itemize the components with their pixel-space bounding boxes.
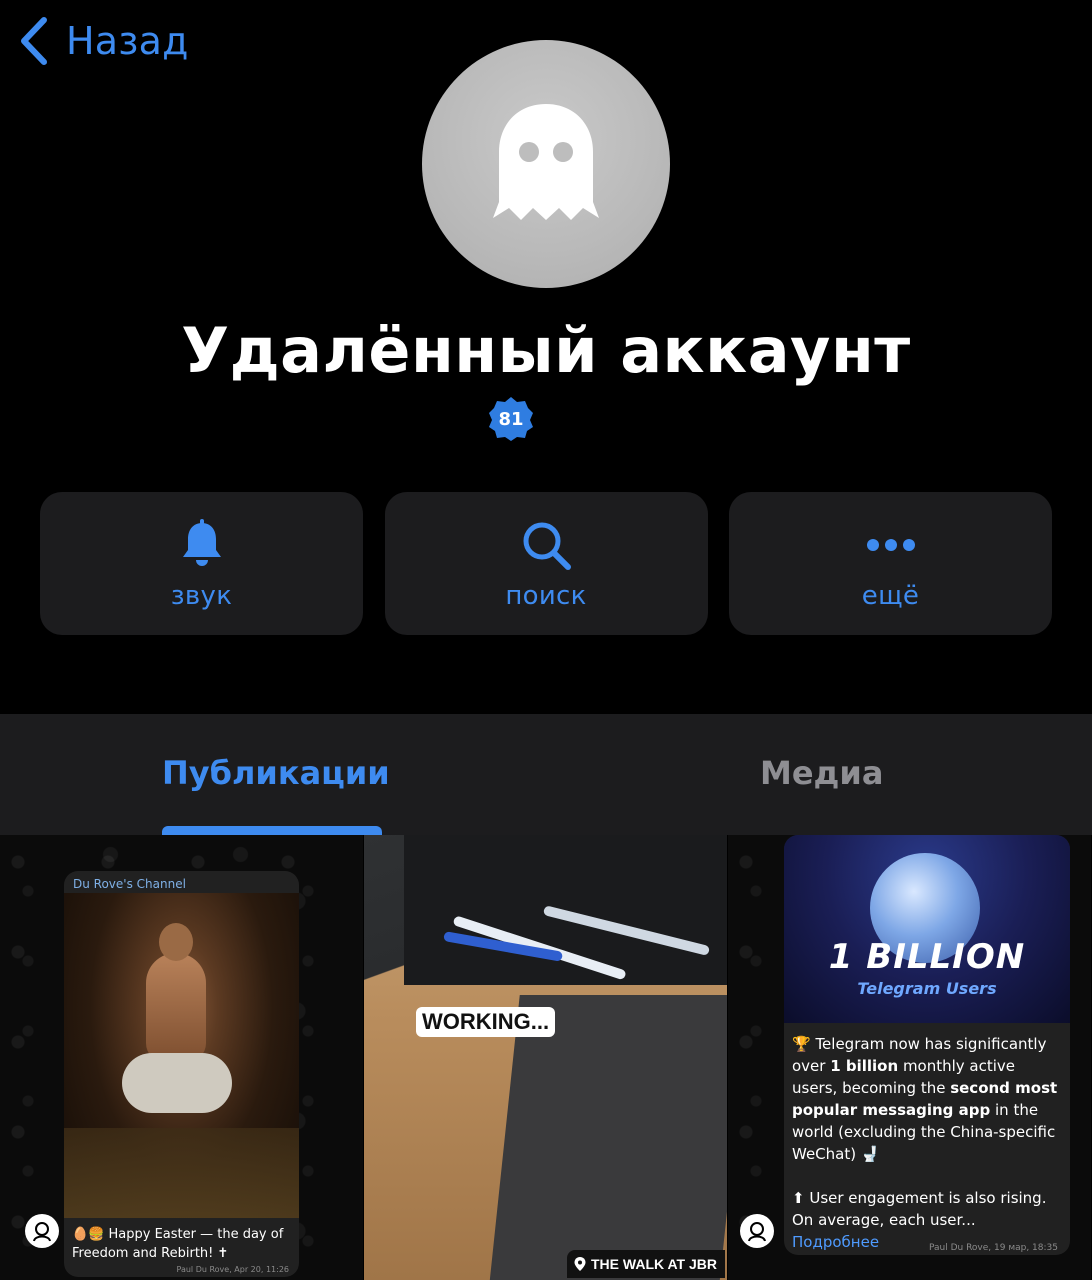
- banner-subtitle: Telegram Users: [857, 979, 997, 998]
- more-label: ещё: [861, 580, 920, 611]
- post-tile-billion[interactable]: 1 BILLION Telegram Users 🏆 Telegram now …: [728, 835, 1091, 1280]
- more-icon: [866, 538, 915, 551]
- post-tile-easter[interactable]: Du Rove's Channel 🥚🍔 Happy Easter — the …: [0, 835, 363, 1280]
- author-avatar: [740, 1214, 774, 1248]
- person-icon: [33, 1222, 51, 1242]
- profile-name: Удалённый аккаунт: [181, 314, 911, 387]
- photo-figure-body: [146, 953, 206, 1063]
- active-tab-indicator: [162, 826, 382, 835]
- post-meta: Paul Du Rove, Apr 20, 11:26: [176, 1265, 289, 1274]
- chevron-left-icon: [21, 17, 47, 65]
- post-grid: Du Rove's Channel 🥚🍔 Happy Easter — the …: [0, 835, 1092, 1280]
- read-more-link[interactable]: Подробнее: [792, 1233, 879, 1251]
- sound-button[interactable]: звук: [40, 492, 363, 635]
- badge-count: 81: [498, 408, 524, 430]
- location-pin-icon: [574, 1257, 586, 1271]
- bell-icon: [182, 518, 221, 566]
- post-photo: [64, 893, 299, 1218]
- avatar: [422, 40, 670, 288]
- banner-title: 1 BILLION: [828, 937, 1026, 977]
- tab-publications[interactable]: Публикации: [162, 754, 390, 792]
- search-button[interactable]: поиск: [384, 492, 708, 635]
- back-label: Назад: [66, 19, 189, 63]
- author-avatar: [25, 1214, 59, 1248]
- post-caption: 🥚🍔 Happy Easter — the day of Freedom and…: [72, 1227, 284, 1261]
- text-part: ⬆ User engagement is also rising. On ave…: [792, 1189, 1047, 1229]
- channel-name: Du Rove's Channel: [73, 877, 186, 891]
- more-button[interactable]: ещё: [729, 492, 1052, 635]
- photo-figure-head: [159, 923, 193, 961]
- post-meta: Paul Du Rove, 19 мар, 18:35: [928, 1243, 1058, 1253]
- search-label: поиск: [505, 580, 587, 611]
- photo-monitor: [488, 995, 727, 1280]
- tab-media[interactable]: Медиа: [760, 754, 883, 792]
- sound-label: звук: [170, 580, 233, 611]
- back-button[interactable]: Назад: [16, 14, 189, 68]
- post-card: 1 BILLION Telegram Users 🏆 Telegram now …: [784, 835, 1070, 1255]
- post-tile-working[interactable]: WORKING... THE WALK AT JBR: [364, 835, 727, 1280]
- content-tabs: Публикации Медиа: [0, 714, 1092, 835]
- photo-figure-cloth: [122, 1053, 232, 1113]
- location-tag: THE WALK AT JBR: [567, 1250, 725, 1278]
- person-icon: [748, 1222, 766, 1242]
- working-overlay: WORKING...: [416, 1007, 556, 1037]
- profile-page: Назад Удалённый аккаунт 81 звук поиск ещ…: [0, 0, 1092, 1280]
- text-bold: 1 billion: [830, 1057, 899, 1075]
- action-row: звук поиск ещё: [40, 492, 1052, 635]
- post-text: 🏆 Telegram now has significantly over 1 …: [792, 1033, 1062, 1253]
- location-label: THE WALK AT JBR: [591, 1256, 717, 1272]
- billion-banner: 1 BILLION Telegram Users: [784, 835, 1070, 1023]
- search-icon: [523, 522, 571, 570]
- level-badge[interactable]: 81: [488, 396, 534, 442]
- post-card: Du Rove's Channel 🥚🍔 Happy Easter — the …: [64, 871, 299, 1277]
- photo-hay: [64, 1128, 299, 1218]
- ghost-icon: [493, 104, 599, 220]
